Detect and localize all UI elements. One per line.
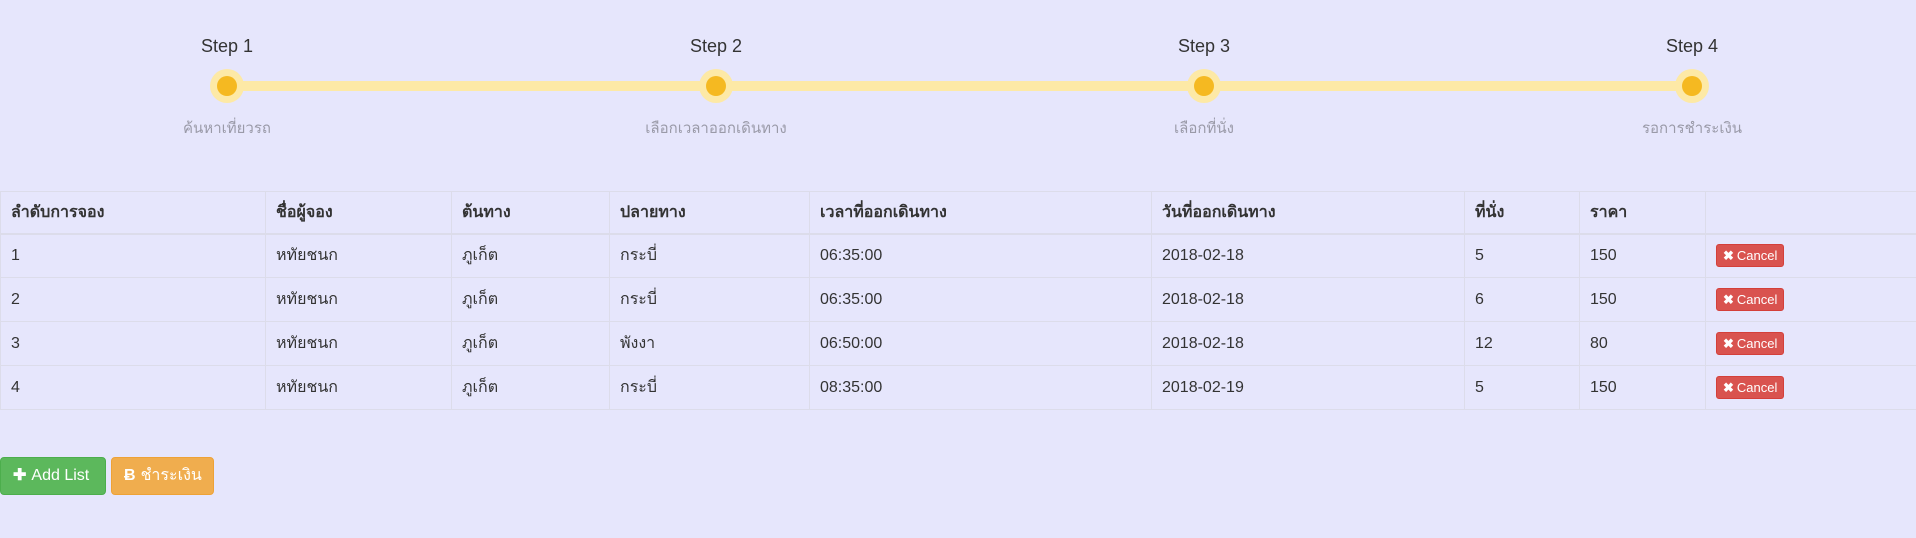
bookings-table: ลำดับการจอง ชื่อผู้จอง ต้นทาง ปลายทาง เว…: [0, 191, 1916, 410]
cell-booking-no: 2: [0, 277, 266, 322]
close-icon: ✖: [1723, 380, 1734, 395]
cell-price: 80: [1579, 321, 1706, 366]
table-row: 4 หทัยชนก ภูเก็ต กระบี่ 08:35:00 2018-02…: [0, 365, 1916, 410]
cell-actions: ✖ Cancel: [1705, 233, 1916, 278]
cancel-button[interactable]: ✖ Cancel: [1716, 244, 1785, 268]
header-origin: ต้นทาง: [451, 191, 610, 235]
cell-booker-name: หทัยชนก: [265, 321, 452, 366]
cell-booking-no: 1: [0, 233, 266, 278]
cancel-label: Cancel: [1736, 336, 1778, 351]
cell-destination: กระบี่: [609, 277, 810, 322]
cell-booker-name: หทัยชนก: [265, 365, 452, 410]
cell-price: 150: [1579, 365, 1706, 410]
cell-booker-name: หทัยชนก: [265, 233, 452, 278]
table-row: 2 หทัยชนก ภูเก็ต กระบี่ 06:35:00 2018-02…: [0, 277, 1916, 322]
header-booking-no: ลำดับการจอง: [0, 191, 266, 235]
cell-seat: 5: [1464, 365, 1580, 410]
cell-seat: 5: [1464, 233, 1580, 278]
step-title: Step 2: [689, 36, 743, 56]
step-dot: [1682, 76, 1702, 96]
table-row: 1 หทัยชนก ภูเก็ต กระบี่ 06:35:00 2018-02…: [0, 233, 1916, 278]
progress-stepper: Step 1 ค้นหาเที่ยวรถ Step 2 เลือกเวลาออก…: [0, 0, 1916, 160]
cell-actions: ✖ Cancel: [1705, 365, 1916, 410]
step-description: เลือกเวลาออกเดินทาง: [645, 120, 787, 137]
plus-icon: ✚: [13, 467, 27, 484]
cell-departure-time: 06:35:00: [809, 277, 1152, 322]
cell-destination: กระบี่: [609, 233, 810, 278]
cell-departure-date: 2018-02-18: [1151, 233, 1465, 278]
cancel-button[interactable]: ✖ Cancel: [1716, 288, 1785, 311]
header-departure-time: เวลาที่ออกเดินทาง: [809, 191, 1152, 235]
step-description: ค้นหาเที่ยวรถ: [183, 120, 271, 137]
cell-price: 150: [1579, 277, 1706, 322]
cell-departure-date: 2018-02-19: [1151, 365, 1465, 410]
cell-booker-name: หทัยชนก: [265, 277, 452, 322]
cancel-label: Cancel: [1736, 380, 1778, 395]
cell-departure-time: 06:50:00: [809, 321, 1152, 366]
cell-seat: 12: [1464, 321, 1580, 366]
cell-destination: กระบี่: [609, 365, 810, 410]
header-departure-date: วันที่ออกเดินทาง: [1151, 191, 1465, 235]
step-dot: [706, 76, 726, 96]
header-booker-name: ชื่อผู้จอง: [265, 191, 452, 235]
cell-departure-date: 2018-02-18: [1151, 277, 1465, 322]
stepper-track: [227, 81, 1692, 91]
cell-seat: 6: [1464, 277, 1580, 322]
cell-departure-time: 08:35:00: [809, 365, 1152, 410]
cell-booking-no: 3: [0, 321, 266, 366]
step-description: รอการชำระเงิน: [1641, 120, 1743, 137]
header-price: ราคา: [1579, 191, 1706, 235]
table-row: 3 หทัยชนก ภูเก็ต พังงา 06:50:00 2018-02-…: [0, 321, 1916, 366]
pay-label: ชำระเงิน: [140, 467, 202, 484]
close-icon: ✖: [1723, 292, 1734, 307]
step-dot: [1194, 76, 1214, 96]
step-title: Step 3: [1177, 36, 1231, 56]
step-title: Step 1: [200, 36, 254, 56]
cell-origin: ภูเก็ต: [451, 321, 610, 366]
cell-departure-date: 2018-02-18: [1151, 321, 1465, 366]
add-list-button[interactable]: ✚ Add List: [0, 457, 106, 495]
cell-destination: พังงา: [609, 321, 810, 366]
add-list-label: Add List: [31, 467, 90, 484]
cell-booking-no: 4: [0, 365, 266, 410]
cell-price: 150: [1579, 233, 1706, 278]
cell-actions: ✖ Cancel: [1705, 321, 1916, 366]
header-seat: ที่นั่ง: [1464, 191, 1580, 235]
header-destination: ปลายทาง: [609, 191, 810, 235]
step-title: Step 4: [1665, 36, 1719, 56]
cancel-label: Cancel: [1736, 248, 1778, 264]
close-icon: ✖: [1723, 248, 1734, 264]
cancel-label: Cancel: [1736, 292, 1778, 307]
cancel-button[interactable]: ✖ Cancel: [1716, 376, 1785, 399]
cell-origin: ภูเก็ต: [451, 365, 610, 410]
cell-departure-time: 06:35:00: [809, 233, 1152, 278]
cell-actions: ✖ Cancel: [1705, 277, 1916, 322]
pay-button[interactable]: Ƀ ชำระเงิน: [111, 457, 214, 495]
cell-origin: ภูเก็ต: [451, 277, 610, 322]
close-icon: ✖: [1723, 336, 1734, 351]
table-header-row: ลำดับการจอง ชื่อผู้จอง ต้นทาง ปลายทาง เว…: [0, 191, 1916, 235]
cell-origin: ภูเก็ต: [451, 233, 610, 278]
step-dot: [217, 76, 237, 96]
header-actions: [1705, 191, 1916, 235]
step-description: เลือกที่นั่ง: [1174, 120, 1234, 137]
cancel-button[interactable]: ✖ Cancel: [1716, 332, 1785, 355]
bitcoin-icon: Ƀ: [124, 467, 136, 484]
